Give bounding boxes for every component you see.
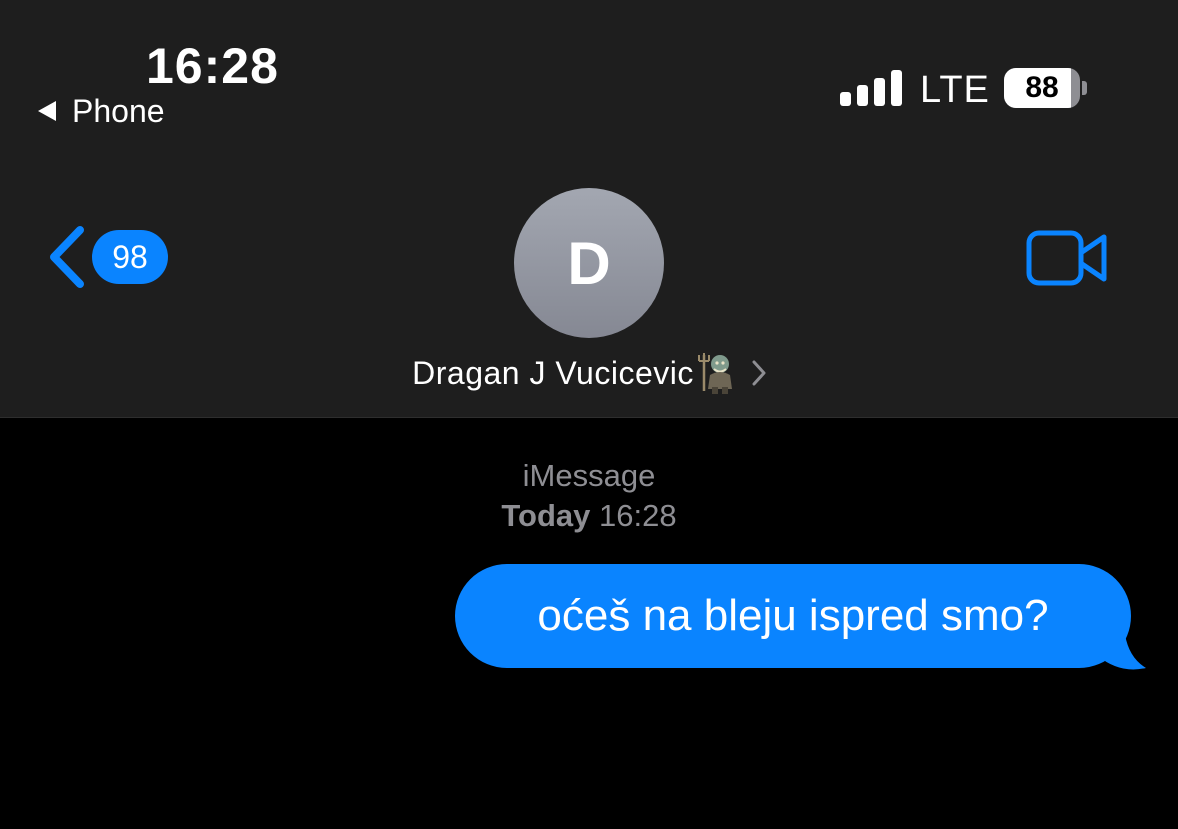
signal-bar	[891, 70, 902, 106]
outgoing-message-bubble[interactable]: oćeš na bleju ispred smo?	[455, 564, 1131, 668]
video-call-button[interactable]	[1026, 230, 1108, 291]
unread-count-badge: 98	[92, 230, 168, 284]
status-time: 16:28	[146, 38, 279, 94]
battery-percent: 88	[1025, 71, 1059, 104]
conversation-header: 16:28 Phone LTE 88 98 D Dragan J Vucicev…	[0, 0, 1178, 418]
chevron-right-icon	[752, 360, 766, 386]
cellular-signal-icon	[840, 70, 902, 106]
bubble-tail	[1098, 626, 1146, 670]
chevron-left-icon	[50, 226, 84, 288]
battery-icon: 88	[1004, 68, 1080, 108]
timestamp-day: Today	[501, 498, 591, 533]
video-camera-icon	[1026, 230, 1107, 286]
back-to-app-button[interactable]: Phone	[38, 92, 165, 130]
back-to-app-label: Phone	[72, 93, 165, 129]
network-type: LTE	[920, 69, 990, 111]
back-triangle-icon	[38, 101, 56, 121]
battery-cap	[1082, 81, 1087, 95]
signal-bar	[840, 92, 851, 106]
back-button[interactable]: 98	[46, 224, 168, 290]
troll-emoji-icon	[697, 353, 732, 394]
timestamp-time: 16:28	[599, 498, 677, 533]
message-timestamp: Today 16:28	[0, 496, 1178, 536]
contact-details-button[interactable]: Dragan J Vucicevic	[0, 348, 1178, 398]
avatar-initial: D	[567, 229, 611, 297]
service-label: iMessage	[522, 458, 656, 493]
contact-name: Dragan J Vucicevic	[412, 355, 694, 391]
signal-bar	[874, 78, 885, 106]
messages-screen: 16:28 Phone LTE 88 98 D Dragan J Vucicev…	[0, 0, 1178, 829]
message-thread: iMessage Today 16:28 oćeš na bleju ispre…	[0, 418, 1178, 829]
avatar[interactable]: D	[514, 188, 664, 338]
signal-bar	[857, 85, 868, 106]
